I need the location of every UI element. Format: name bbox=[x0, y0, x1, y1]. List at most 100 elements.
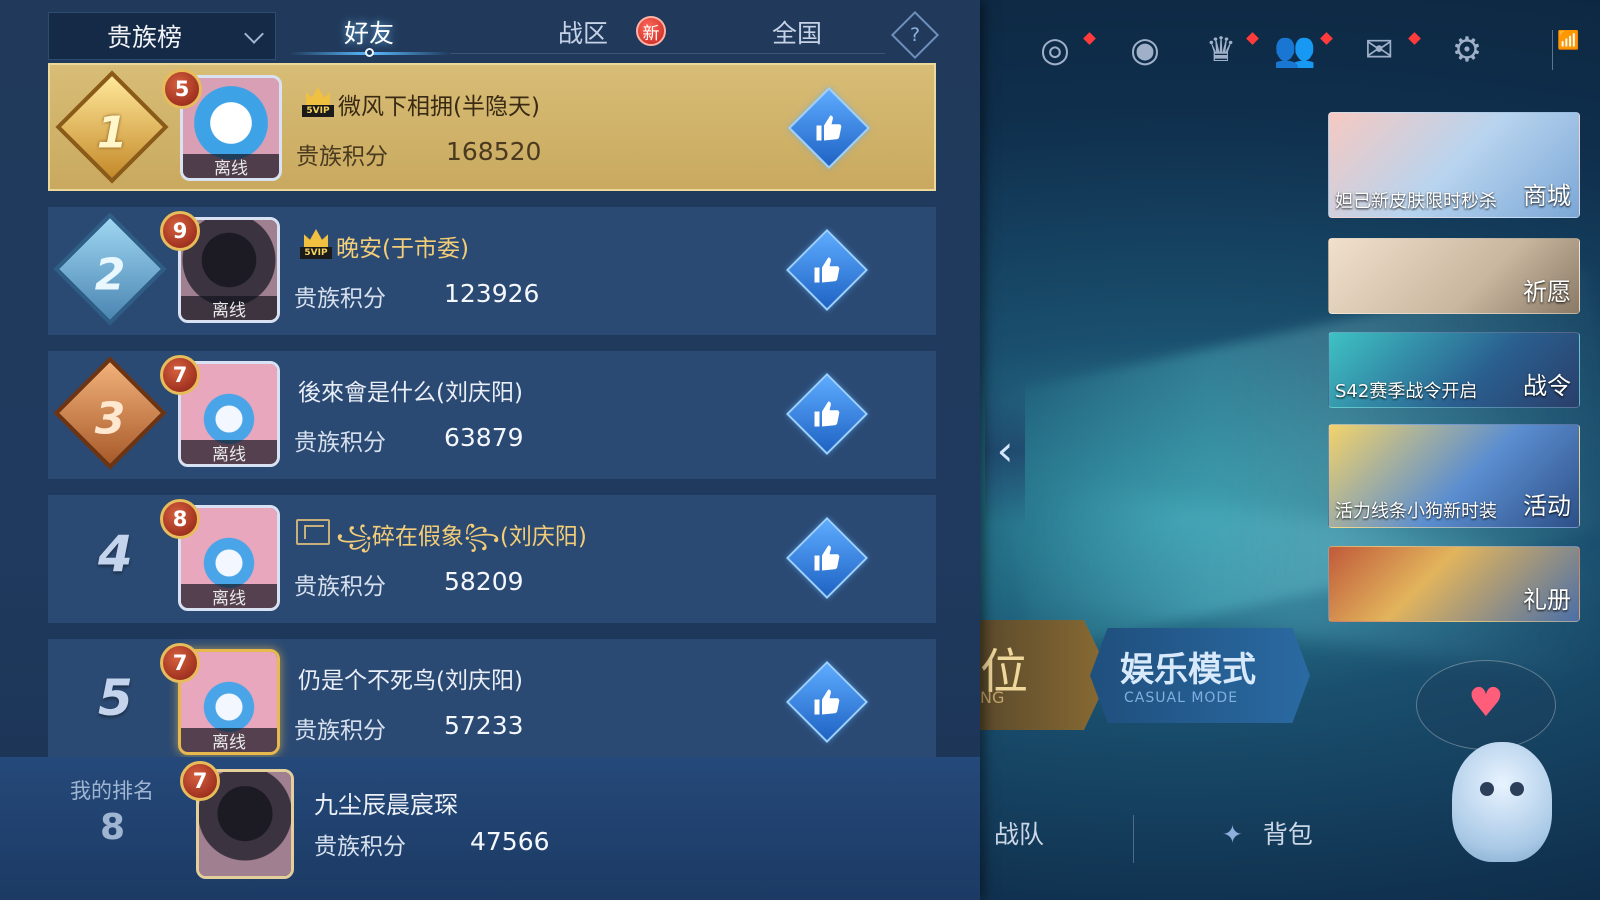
vip-tag: 5VIP bbox=[300, 247, 332, 259]
player-name: 微风下相拥(半隐天) bbox=[338, 94, 540, 120]
mascot-character[interactable] bbox=[1452, 742, 1552, 862]
tab-national[interactable]: 全国 bbox=[772, 14, 822, 50]
like-button[interactable] bbox=[787, 86, 871, 170]
rank-number: 3 bbox=[94, 393, 126, 445]
team-label: 战队 bbox=[994, 820, 1045, 849]
divider bbox=[1133, 815, 1134, 863]
banner-battlepass[interactable]: S42赛季战令开启 战令 bbox=[1328, 332, 1580, 408]
score-value: 57233 bbox=[444, 711, 524, 740]
tab-friends[interactable]: 好友 bbox=[344, 14, 394, 50]
offline-status: 离线 bbox=[181, 296, 277, 320]
player-name: ꧁碎在假象꧂(刘庆阳) bbox=[336, 524, 587, 550]
chevron-left-icon: ‹ bbox=[996, 425, 1014, 475]
flag-icon bbox=[296, 519, 330, 545]
level-badge: 8 bbox=[160, 499, 200, 539]
thumbs-up-icon bbox=[800, 387, 854, 441]
my-rank-number: 8 bbox=[100, 807, 126, 848]
thumbs-up-icon bbox=[800, 531, 854, 585]
score-value: 63879 bbox=[444, 423, 524, 452]
offline-status: 离线 bbox=[181, 728, 277, 752]
tab-region[interactable]: 战区 bbox=[558, 14, 608, 50]
offline-status: 离线 bbox=[181, 584, 277, 608]
my-rank-bar: 我的排名 8 7 九尘辰晨宸琛 贵族积分 47566 bbox=[0, 757, 980, 900]
help-button[interactable]: ? bbox=[890, 10, 940, 60]
score-value: 47566 bbox=[470, 827, 550, 856]
level-badge: 7 bbox=[160, 355, 200, 395]
notification-dot bbox=[1408, 32, 1421, 45]
banner-side-label: 战令 bbox=[1523, 372, 1571, 400]
leaderboard-row[interactable]: 1 5 离线 5VIP 微风下相拥(半隐天) 贵族积分 168520 bbox=[48, 63, 936, 191]
thumbs-up-icon bbox=[800, 675, 854, 729]
silver-medal-icon: 2 bbox=[53, 212, 167, 326]
banner-text: 活力线条小狗新时装 bbox=[1335, 501, 1497, 522]
gear-icon[interactable]: ⚙ bbox=[1442, 28, 1492, 72]
eye-icon[interactable]: ◉ bbox=[1120, 28, 1170, 72]
player-name: 晚安(于市委) bbox=[336, 236, 469, 262]
leaderboard-type-dropdown[interactable]: 贵族榜 bbox=[48, 12, 276, 60]
level-badge: 9 bbox=[160, 211, 200, 251]
leaderboard-row[interactable]: 2 9 离线 5VIP 晚安(于市委) 贵族积分 123926 bbox=[48, 207, 936, 335]
offline-status: 离线 bbox=[181, 440, 277, 464]
tab-divider bbox=[450, 53, 885, 54]
score-value: 58209 bbox=[444, 567, 524, 596]
banner-wish[interactable]: 祈愿 bbox=[1328, 238, 1580, 314]
score-value: 168520 bbox=[446, 137, 542, 166]
mode-subtitle: CASUAL MODE bbox=[1124, 690, 1239, 706]
player-name: 後來會是什么(刘庆阳) bbox=[298, 380, 523, 406]
heart-icon[interactable]: ♥ bbox=[1468, 680, 1508, 726]
level-badge: 7 bbox=[180, 761, 220, 801]
casual-mode-button[interactable]: 娱乐模式 CASUAL MODE bbox=[1090, 628, 1310, 723]
game-screen: ◎ ◉ ♛ 👥 ✉ ⚙ 📶 妲己新皮肤限时秒杀 商城 祈愿 S42赛季战令开启 … bbox=[0, 0, 1600, 900]
bag-button[interactable]: ✦ 背包 bbox=[1222, 815, 1313, 851]
banner-event[interactable]: 活力线条小狗新时装 活动 bbox=[1328, 424, 1580, 528]
friends-icon[interactable]: 👥 bbox=[1270, 28, 1320, 72]
score-label: 贵族积分 bbox=[294, 430, 386, 456]
like-button[interactable] bbox=[785, 516, 869, 600]
notification-dot bbox=[1246, 32, 1259, 45]
leaderboard-row[interactable]: 4 8 离线 ꧁碎在假象꧂(刘庆阳) 贵族积分 58209 bbox=[48, 495, 936, 623]
thumbs-up-icon bbox=[802, 101, 856, 155]
mail-icon[interactable]: ✉ bbox=[1354, 28, 1404, 72]
vip-crown-icon: 5VIP bbox=[302, 87, 334, 119]
leaderboard-panel: 贵族榜 好友 战区 新 全国 ? 1 5 离线 5VIP 微风下相拥(半隐天) … bbox=[0, 0, 980, 900]
notification-dot bbox=[1320, 32, 1333, 45]
player-name: 仍是个不死鸟(刘庆阳) bbox=[298, 668, 523, 694]
trophy-icon[interactable]: ♛ bbox=[1196, 28, 1246, 72]
score-value: 123926 bbox=[444, 279, 540, 308]
active-tab-dot bbox=[365, 48, 374, 57]
mode-title: 娱乐模式 bbox=[1120, 650, 1256, 690]
chevron-down-icon bbox=[244, 24, 264, 44]
score-label: 贵族积分 bbox=[294, 718, 386, 744]
gold-medal-icon: 1 bbox=[55, 70, 169, 184]
banner-shop[interactable]: 妲己新皮肤限时秒杀 商城 bbox=[1328, 112, 1580, 218]
vip-crown-icon: 5VIP bbox=[300, 229, 332, 261]
like-button[interactable] bbox=[785, 372, 869, 456]
banner-text: S42赛季战令开启 bbox=[1335, 381, 1478, 402]
banner-side-label: 礼册 bbox=[1523, 586, 1571, 614]
score-label: 贵族积分 bbox=[314, 834, 406, 860]
vip-tag: 5VIP bbox=[302, 105, 334, 117]
rank-number: 4 bbox=[98, 525, 133, 583]
like-button[interactable] bbox=[785, 228, 869, 312]
team-button[interactable]: 战队 bbox=[994, 815, 1044, 851]
rank-number: 2 bbox=[94, 249, 126, 301]
like-button[interactable] bbox=[785, 660, 869, 744]
bronze-medal-icon: 3 bbox=[53, 356, 167, 470]
leaderboard-row[interactable]: 3 7 离线 後來會是什么(刘庆阳) 贵族积分 63879 bbox=[48, 351, 936, 479]
banner-giftbook[interactable]: 礼册 bbox=[1328, 546, 1580, 622]
mode-subtitle: NG bbox=[980, 688, 1005, 707]
level-badge: 5 bbox=[162, 69, 202, 109]
score-label: 贵族积分 bbox=[294, 574, 386, 600]
banner-side-label: 祈愿 bbox=[1523, 278, 1571, 306]
dropdown-label: 贵族榜 bbox=[107, 23, 183, 52]
leaderboard-row[interactable]: 5 7 离线 仍是个不死鸟(刘庆阳) 贵族积分 57233 bbox=[48, 639, 936, 767]
offline-status: 离线 bbox=[183, 154, 279, 178]
thumbs-up-icon bbox=[800, 243, 854, 297]
score-label: 贵族积分 bbox=[296, 144, 388, 170]
wifi-battery-icon: 📶 bbox=[1552, 30, 1579, 70]
player-name: 九尘辰晨宸琛 bbox=[314, 791, 458, 819]
score-label: 贵族积分 bbox=[294, 286, 386, 312]
leaderboard-tabs: 贵族榜 好友 战区 新 全国 ? bbox=[0, 0, 980, 62]
target-icon[interactable]: ◎ bbox=[1030, 28, 1080, 72]
collapse-panel-button[interactable]: ‹ bbox=[985, 375, 1025, 525]
